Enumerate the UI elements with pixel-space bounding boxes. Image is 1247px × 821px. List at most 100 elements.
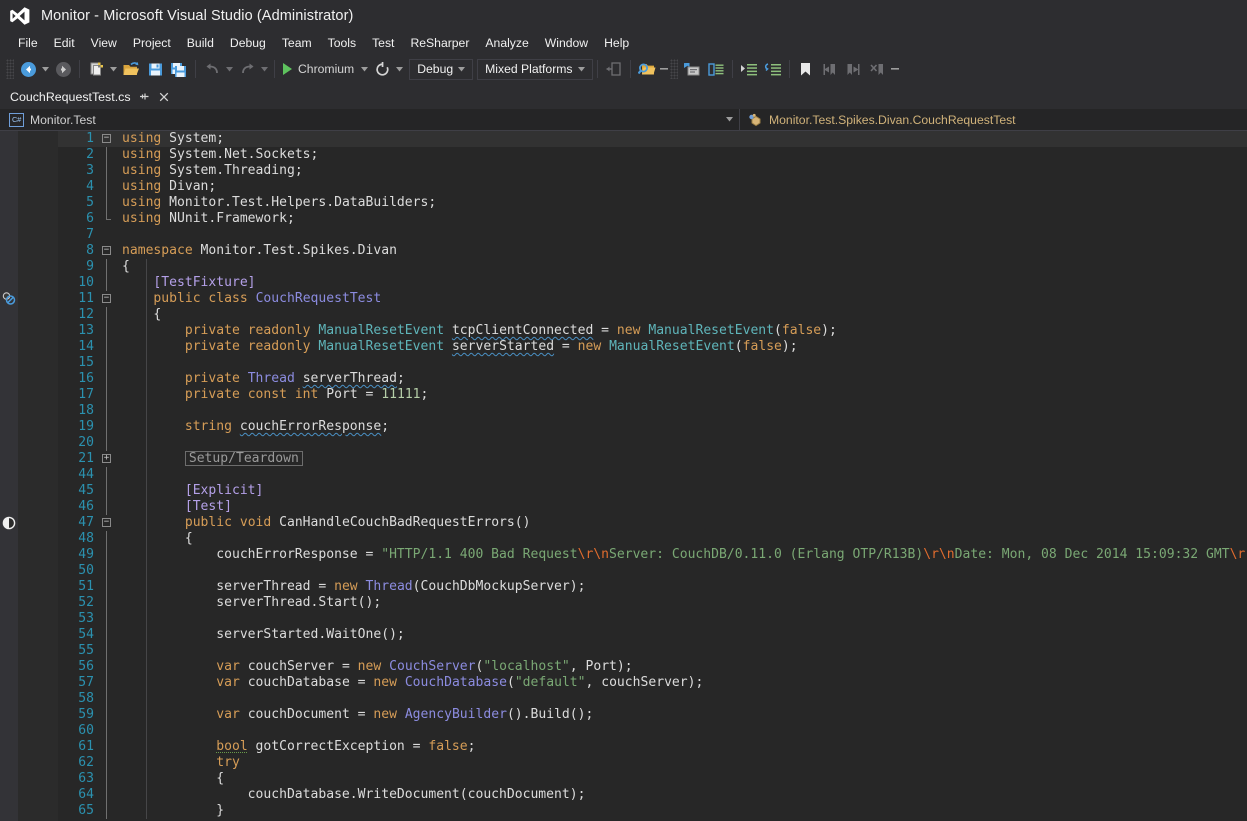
outlining-margin[interactable] [98,371,120,387]
outlining-margin[interactable] [98,355,120,371]
outlining-margin[interactable] [98,531,120,547]
outlining-margin[interactable] [98,147,120,163]
outlining-margin[interactable] [98,723,120,739]
save-icon[interactable] [143,57,167,81]
menu-item-project[interactable]: Project [125,34,179,52]
uncomment-selection-icon[interactable] [704,57,728,81]
collapsed-region[interactable]: Setup/Teardown [184,451,303,466]
code-line[interactable]: 14 private readonly ManualResetEvent ser… [58,339,1247,355]
collapse-icon[interactable]: − [102,134,111,143]
code-line[interactable]: 46 [Test] [58,499,1247,515]
code-line[interactable]: 44 [58,467,1247,483]
outlining-margin[interactable] [98,323,120,339]
code-line[interactable]: 62 try [58,755,1247,771]
code-text-area[interactable]: 1− using System; 2 using System.Net.Sockets… [58,131,1247,821]
code-line[interactable]: 5 using Monitor.Test.Helpers.DataBuilders… [58,195,1247,211]
code-line[interactable]: 7 [58,227,1247,243]
outlining-margin[interactable] [98,211,120,227]
code-line[interactable]: 50 [58,563,1247,579]
outlining-margin[interactable] [98,227,120,243]
close-icon[interactable] [158,90,171,103]
new-item-icon[interactable] [84,57,108,81]
code-line[interactable]: 12 { [58,307,1247,323]
toggle-bookmark-icon[interactable] [794,57,818,81]
navigate-back-icon[interactable] [16,57,40,81]
menu-item-test[interactable]: Test [364,34,402,52]
code-line[interactable]: 65 } [58,803,1247,819]
outlining-margin[interactable] [98,627,120,643]
code-line[interactable]: 1− using System; [58,131,1247,147]
outlining-margin[interactable] [98,435,120,451]
code-line[interactable]: 61 bool gotCorrectException = false; [58,739,1247,755]
solution-configuration-combo[interactable]: Debug [409,58,474,80]
code-line[interactable]: 64 couchDatabase.WriteDocument(couchDocu… [58,787,1247,803]
code-line[interactable]: 52 serverThread.Start(); [58,595,1247,611]
outlining-margin[interactable] [98,387,120,403]
code-line[interactable]: 57 var couchDatabase = new CouchDatabase… [58,675,1247,691]
code-line[interactable]: 54 serverStarted.WaitOne(); [58,627,1247,643]
outlining-margin[interactable] [98,803,120,819]
code-line[interactable]: 48 { [58,531,1247,547]
code-line[interactable]: 60 [58,723,1247,739]
open-file-icon[interactable] [119,57,143,81]
code-line[interactable]: 55 [58,643,1247,659]
code-line[interactable]: 63 { [58,771,1247,787]
decrease-indent-icon[interactable] [761,57,785,81]
menu-item-file[interactable]: File [10,34,46,52]
code-line[interactable]: 51 serverThread = new Thread(CouchDbMock… [58,579,1247,595]
menu-item-tools[interactable]: Tools [320,34,364,52]
increase-indent-icon[interactable] [737,57,761,81]
project-selector-dropdown[interactable]: C# Monitor.Test [0,109,740,130]
chevron-down-icon[interactable] [726,109,733,130]
outlining-margin[interactable] [98,691,120,707]
start-target-dropdown[interactable] [359,57,370,81]
outlining-margin[interactable]: − [98,291,120,307]
code-line[interactable]: 6 using NUnit.Framework; [58,211,1247,227]
document-tab-couchrequesttest[interactable]: CouchRequestTest.cs [0,84,177,109]
code-line[interactable]: 21 + Setup/Teardown [58,451,1247,467]
outlining-margin[interactable] [98,467,120,483]
outlining-margin[interactable] [98,707,120,723]
code-line[interactable]: 9{ [58,259,1247,275]
code-line[interactable]: 3 using System.Threading; [58,163,1247,179]
outlining-margin[interactable] [98,739,120,755]
pin-icon[interactable] [138,90,151,103]
code-line[interactable]: 53 [58,611,1247,627]
code-line[interactable]: 18 [58,403,1247,419]
menu-item-window[interactable]: Window [537,34,596,52]
collapse-icon[interactable]: − [102,246,111,255]
code-line[interactable]: 47− public void CanHandleCouchBadRequest… [58,515,1247,531]
menu-item-build[interactable]: Build [179,34,222,52]
outlining-margin[interactable] [98,275,120,291]
code-line[interactable]: 2 using System.Net.Sockets; [58,147,1247,163]
code-line[interactable]: 10 [TestFixture] [58,275,1247,291]
outlining-margin[interactable] [98,163,120,179]
code-line[interactable]: 49 couchErrorResponse = "HTTP/1.1 400 Ba… [58,547,1247,563]
menu-item-analyze[interactable]: Analyze [477,34,536,52]
menu-item-view[interactable]: View [83,34,125,52]
collapse-icon[interactable]: − [102,294,111,303]
code-line[interactable]: 16 private Thread serverThread; [58,371,1247,387]
code-line[interactable]: 17 private const int Port = 11111; [58,387,1247,403]
outlining-margin[interactable]: − [98,515,120,531]
outlining-margin[interactable] [98,755,120,771]
code-line[interactable]: 20 [58,435,1247,451]
code-line[interactable]: 19 string couchErrorResponse; [58,419,1247,435]
outlining-margin[interactable]: − [98,243,120,259]
code-line[interactable]: 45 [Explicit] [58,483,1247,499]
code-line[interactable]: 4 using Divan; [58,179,1247,195]
code-editor[interactable]: 1− using System; 2 using System.Net.Sockets… [0,131,1247,821]
restart-dropdown[interactable] [394,57,405,81]
outlining-margin[interactable] [98,771,120,787]
unit-test-session-icon[interactable] [1,291,17,307]
code-line[interactable]: 59 var couchDocument = new AgencyBuilder… [58,707,1247,723]
outlining-margin[interactable] [98,547,120,563]
toolbar-grip[interactable] [6,59,14,79]
outlining-margin[interactable] [98,643,120,659]
outlining-margin[interactable] [98,675,120,691]
outlining-margin[interactable] [98,307,120,323]
outlining-margin[interactable] [98,499,120,515]
code-line[interactable]: 8− namespace Monitor.Test.Spikes.Divan [58,243,1247,259]
outlining-margin[interactable] [98,339,120,355]
code-line[interactable]: 56 var couchServer = new CouchServer("lo… [58,659,1247,675]
